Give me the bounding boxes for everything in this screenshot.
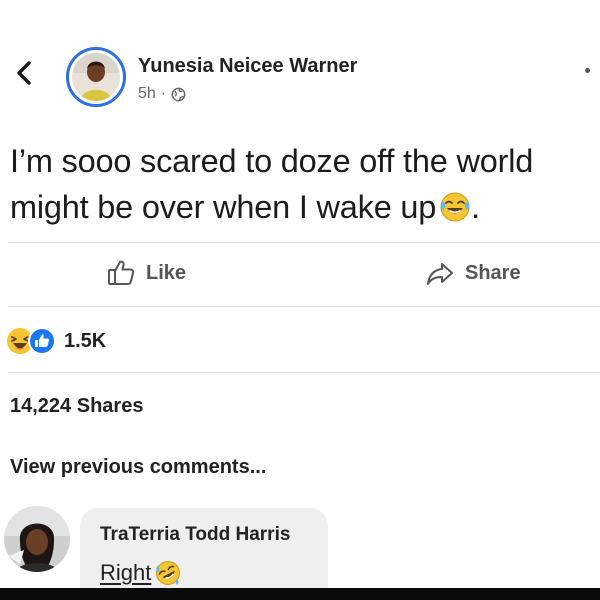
like-button[interactable]: Like [106,258,186,288]
share-label: Share [465,261,521,284]
comment-text: Right [100,560,181,586]
post-body: I’m sooo scared to doze off the world mi… [10,138,595,230]
share-arrow-icon [427,263,453,285]
like-label: Like [146,261,187,284]
back-button[interactable] [12,58,36,88]
post-meta: 5h · [138,85,186,103]
rofl-emoji [156,561,181,585]
post-text-period: . [471,189,481,225]
chevron-left-icon [17,61,31,85]
divider [8,242,600,243]
post-card: Yunesia Neicee Warner 5h · I’m sooo scar… [0,0,600,588]
bottom-edge-bar [0,588,600,600]
like-reaction-icon [28,327,56,355]
comment-text-word: Right [100,560,152,585]
divider [8,372,600,373]
meta-separator: · [160,85,167,102]
reactions-summary[interactable]: 1.5K [6,327,106,355]
view-previous-comments-link[interactable]: View previous comments... [10,456,266,479]
author-photo [72,53,120,101]
commenter-avatar[interactable] [4,506,70,572]
author-name[interactable]: Yunesia Neicee Warner [138,55,357,78]
reaction-count: 1.5K [64,329,107,352]
share-button[interactable]: Share [425,258,521,288]
shares-count[interactable]: 14,224 Shares [10,395,143,418]
post-time[interactable]: 5h [138,85,156,103]
author-avatar[interactable] [66,47,126,107]
comment-bubble: TraTerria Todd Harris Right [80,508,328,588]
commenter-name[interactable]: TraTerria Todd Harris [100,524,290,546]
thumbs-up-icon [108,260,135,285]
divider [8,306,600,307]
more-options-button[interactable] [585,68,590,73]
globe-icon [171,87,186,101]
tears-of-joy-emoji [440,192,470,222]
